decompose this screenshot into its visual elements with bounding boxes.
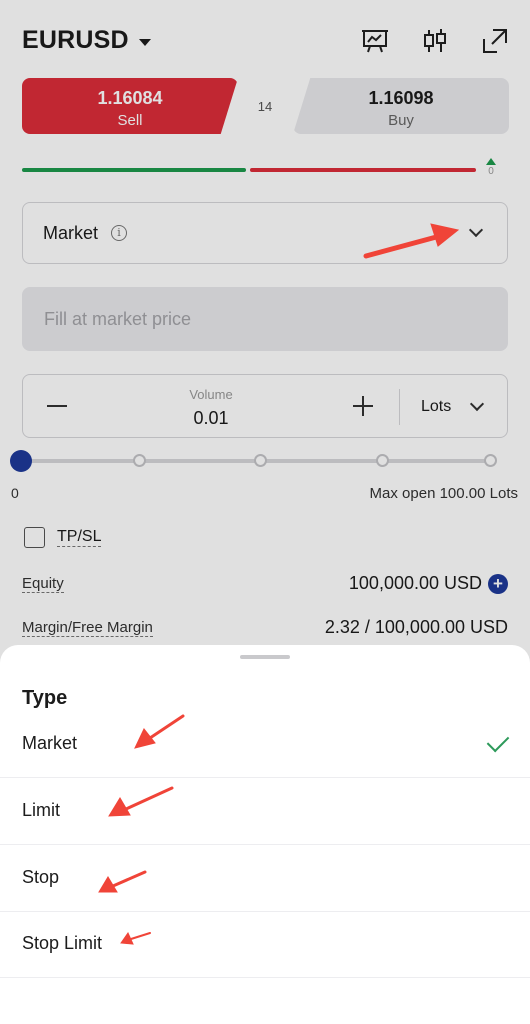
option-label: Stop Limit [22, 933, 103, 953]
option-stop-limit[interactable]: Stop Limit [0, 911, 530, 978]
option-stop[interactable]: Stop [0, 845, 530, 912]
option-label: Market [22, 733, 78, 753]
order-type-sheet: Type Market Limit Stop Stop Limit [0, 645, 530, 1024]
option-limit[interactable]: Limit [0, 778, 530, 845]
option-market[interactable]: Market [0, 711, 530, 778]
sheet-title: Type [22, 687, 68, 709]
checkmark-icon [486, 729, 510, 753]
sheet-grabber[interactable] [240, 655, 290, 659]
option-label: Limit [22, 800, 61, 820]
option-label: Stop [22, 867, 60, 887]
